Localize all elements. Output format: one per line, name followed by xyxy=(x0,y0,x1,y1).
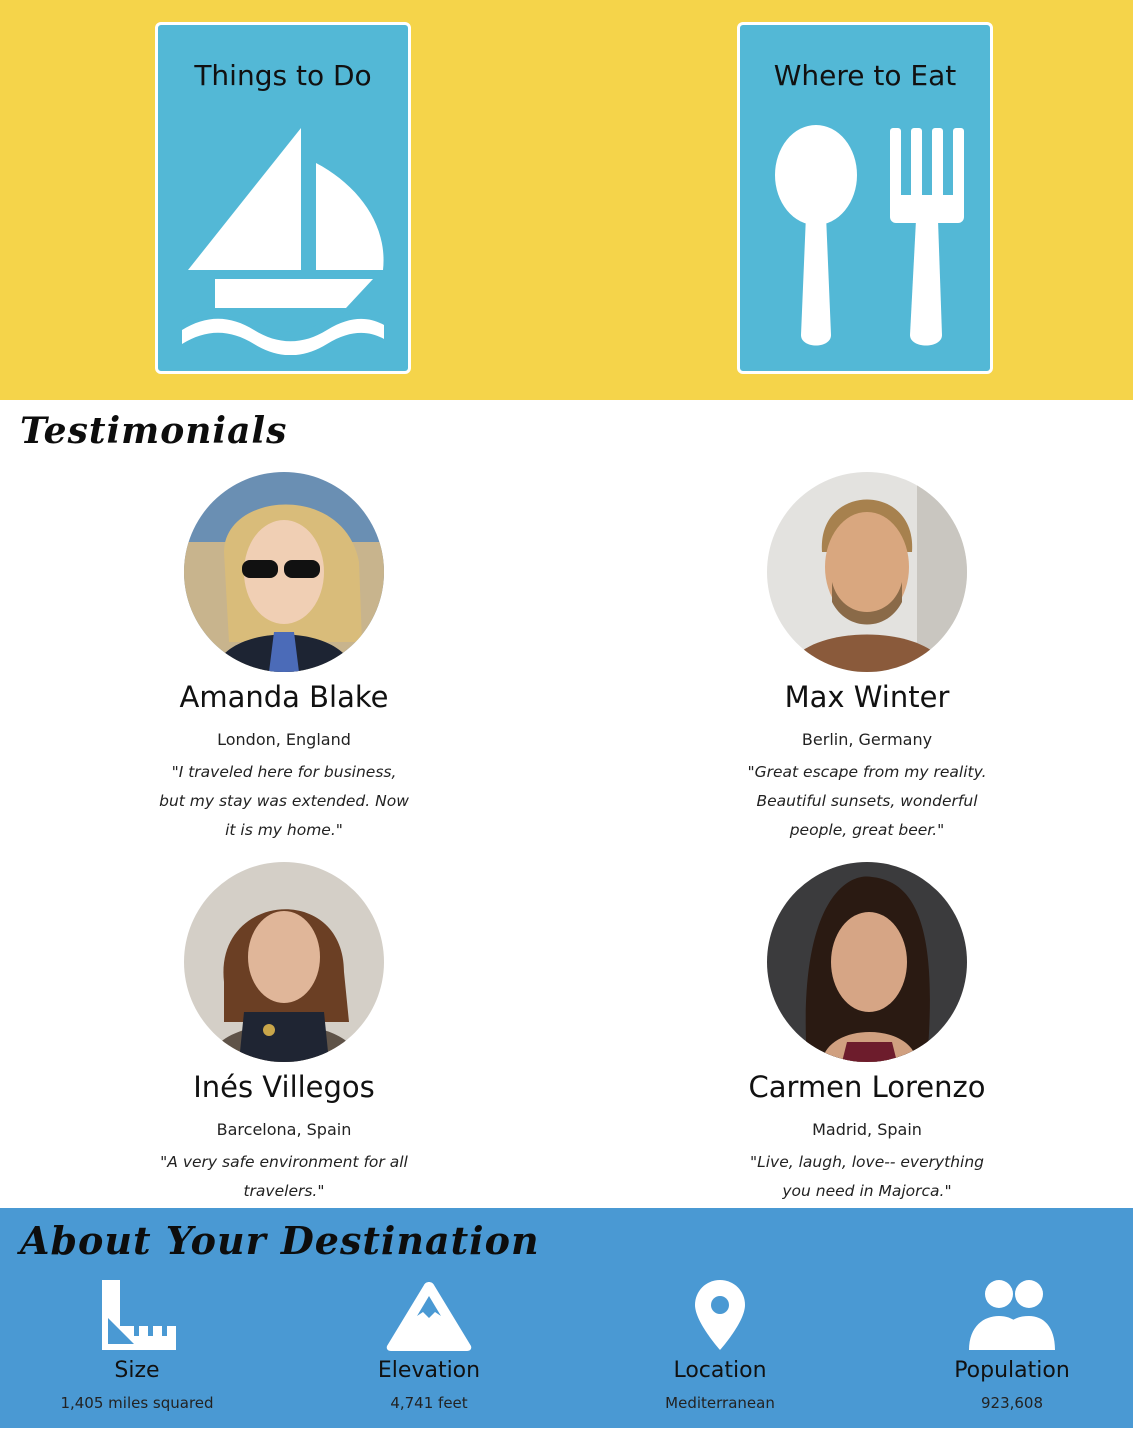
stat-label: Location xyxy=(673,1358,767,1383)
things-to-do-card[interactable]: Things to Do xyxy=(155,22,411,374)
map-pin-icon xyxy=(695,1280,745,1350)
stat-value: 4,741 feet xyxy=(390,1394,468,1412)
things-to-do-title: Things to Do xyxy=(194,59,372,92)
spoon-fork-icon xyxy=(775,125,964,346)
person-name: Inés Villegos xyxy=(193,1070,375,1104)
person-name: Amanda Blake xyxy=(179,680,389,714)
person-city: London, England xyxy=(217,730,351,749)
stat-label: Elevation xyxy=(377,1358,481,1383)
person-city: Berlin, Germany xyxy=(801,730,933,749)
stat-label: Size xyxy=(114,1358,160,1383)
stat-value: 923,608 xyxy=(980,1394,1044,1412)
where-to-eat-card[interactable]: Where to Eat xyxy=(737,22,993,374)
stat-label: Population xyxy=(954,1358,1070,1383)
person-city: Barcelona, Spain xyxy=(216,1120,352,1139)
bearded-man-photo xyxy=(767,472,967,672)
person-quote: "Live, laugh, love-- everything you need… xyxy=(749,1153,985,1200)
woman-sunglasses-photo xyxy=(184,472,384,672)
person-city: Madrid, Spain xyxy=(812,1120,922,1139)
where-to-eat-title: Where to Eat xyxy=(773,59,957,92)
person-name: Max Winter xyxy=(784,680,950,714)
feature-band: Things to Do Where to Eat xyxy=(0,0,1133,400)
about-heading: About Your Destination xyxy=(20,1218,540,1263)
ruler-icon xyxy=(102,1280,176,1350)
person-name: Carmen Lorenzo xyxy=(748,1070,986,1104)
woman-dark-hair-photo xyxy=(767,862,967,1062)
person-quote: "I traveled here for business, but my st… xyxy=(159,763,409,839)
stat-value: Mediterranean xyxy=(665,1394,775,1412)
stat-value: 1,405 miles squared xyxy=(60,1394,214,1412)
people-icon xyxy=(969,1280,1055,1350)
sailboat-icon xyxy=(182,128,384,355)
woman-police-vest-photo xyxy=(184,862,384,1062)
testimonials-heading: Testimonials xyxy=(20,410,288,452)
avatar xyxy=(767,862,967,1062)
avatar xyxy=(767,472,967,672)
person-quote: "Great escape from my reality. Beautiful… xyxy=(747,763,987,839)
person-quote: "A very safe environment for all travele… xyxy=(160,1153,408,1200)
avatar xyxy=(184,472,384,672)
avatar xyxy=(184,862,384,1062)
mountain-icon xyxy=(386,1282,472,1351)
